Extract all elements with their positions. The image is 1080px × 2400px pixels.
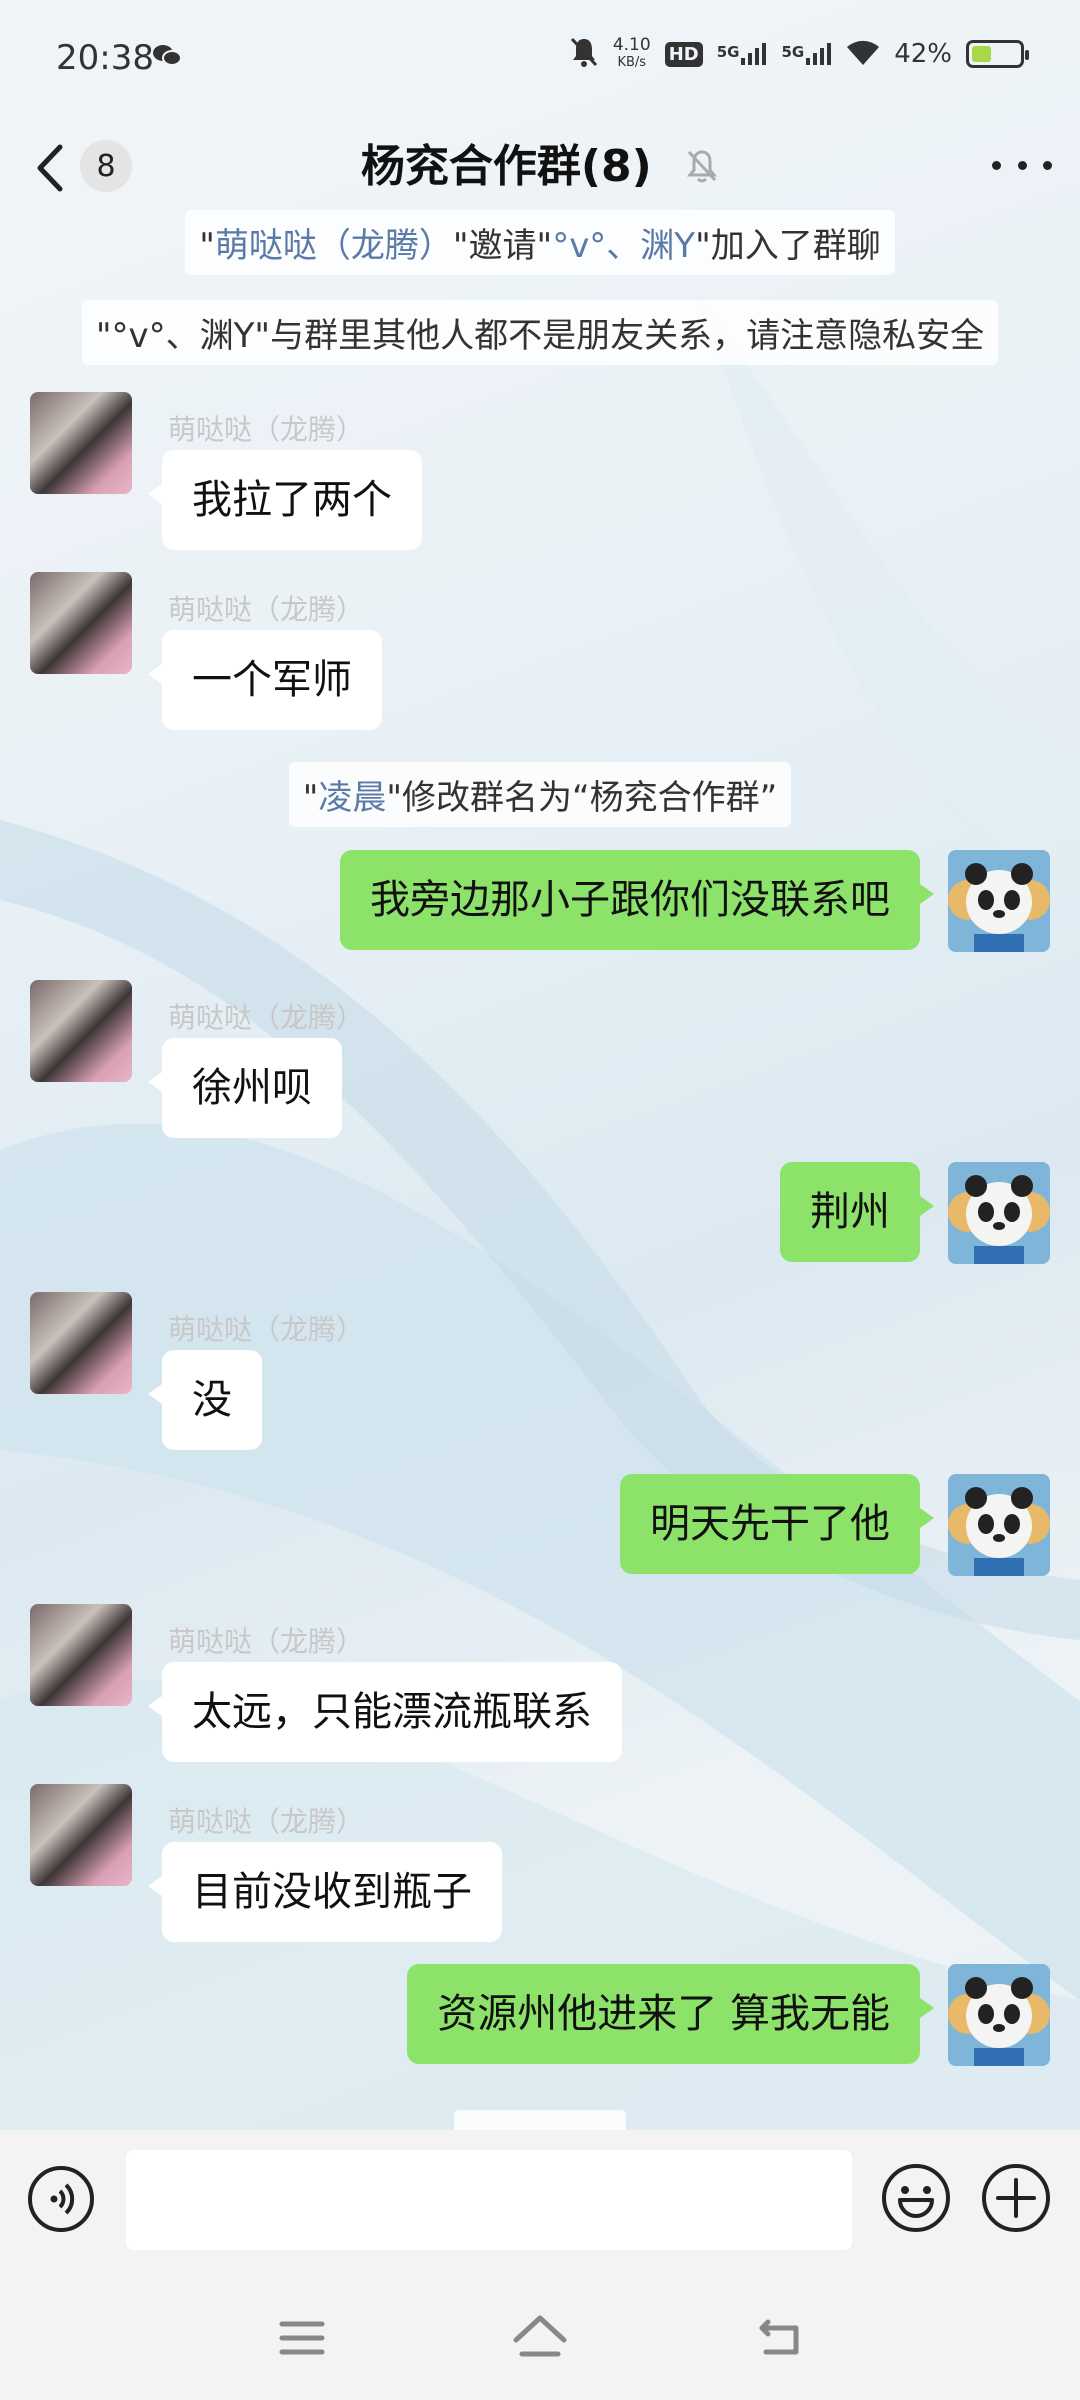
avatar[interactable] [30, 1784, 132, 1886]
message-bubble[interactable]: 我拉了两个 [148, 450, 422, 550]
more-dot-icon [1043, 160, 1052, 170]
recent-apps-button[interactable] [270, 2310, 334, 2366]
sender-name: 萌哒哒（龙腾） [168, 1001, 365, 1034]
chat-header: 8 杨兖合作群(8) [0, 120, 1080, 210]
avatar[interactable] [30, 572, 132, 674]
message-bubble[interactable]: 资源州他进来了 算我无能 [407, 1964, 934, 2064]
partial-system-message [454, 2110, 626, 2130]
message-bubble[interactable]: 明天先干了他 [620, 1474, 934, 1574]
avatar[interactable] [948, 850, 1050, 952]
message-bubble[interactable]: 目前没收到瓶子 [148, 1842, 502, 1942]
system-link-user[interactable]: 凌晨 [318, 778, 386, 818]
page-title: 杨兖合作群(8) [360, 141, 652, 192]
message-bubble[interactable]: 一个军师 [148, 630, 382, 730]
avatar[interactable] [30, 980, 132, 1082]
system-link-user[interactable]: 萌哒哒（龙腾） [215, 226, 453, 266]
message-list[interactable]: "萌哒哒（龙腾）"邀请"°v°、渊Y"加入了群聊 "°v°、渊Y"与群里其他人都… [0, 210, 1080, 2130]
chat-title-area: 杨兖合作群(8) [0, 130, 1080, 195]
muted-bell-icon [685, 144, 719, 195]
battery-percent: 42% [894, 39, 952, 69]
message-bubble[interactable]: 没 [148, 1350, 262, 1450]
input-bar [0, 2130, 1080, 2270]
message-input[interactable] [126, 2150, 852, 2250]
plus-icon [996, 2178, 1036, 2218]
menu-icon [279, 2321, 325, 2355]
more-dot-icon [992, 160, 1001, 170]
wechat-notification-icon [152, 42, 182, 72]
home-icon [513, 2315, 567, 2357]
status-bar: 20:38 4.10 KB/s HD 5G 5G 42% [0, 0, 1080, 120]
avatar[interactable] [30, 1292, 132, 1394]
voice-icon [50, 2183, 75, 2215]
message-bubble[interactable]: 太远，只能漂流瓶联系 [148, 1662, 622, 1762]
mute-status-icon [569, 36, 599, 72]
system-nav-bar [0, 2270, 1080, 2400]
message-bubble[interactable]: 我旁边那小子跟你们没联系吧 [340, 850, 934, 950]
avatar[interactable] [948, 1474, 1050, 1576]
message-bubble[interactable]: 荆州 [780, 1162, 934, 1262]
sender-name: 萌哒哒（龙腾） [168, 593, 365, 626]
back-nav-icon [759, 2319, 799, 2355]
system-message: "凌晨"修改群名为“杨兖合作群” [0, 762, 1080, 827]
back-nav-button[interactable] [748, 2308, 812, 2366]
emoji-icon [898, 2186, 934, 2218]
network-speed: 4.10 KB/s [612, 35, 651, 71]
battery-icon [966, 40, 1029, 68]
more-dot-icon [1017, 160, 1027, 170]
sender-name: 萌哒哒（龙腾） [168, 1313, 365, 1346]
message-bubble[interactable]: 徐州呗 [148, 1038, 342, 1138]
sender-name: 萌哒哒（龙腾） [168, 1805, 365, 1838]
sender-name: 萌哒哒（龙腾） [168, 1625, 365, 1658]
emoji-button[interactable] [882, 2164, 950, 2232]
wifi-icon [846, 39, 880, 69]
voice-input-button[interactable] [28, 2166, 94, 2232]
status-time: 20:38 [56, 38, 154, 78]
avatar[interactable] [948, 1964, 1050, 2066]
more-actions-button[interactable] [982, 2164, 1050, 2232]
home-button[interactable] [508, 2306, 572, 2366]
system-link-user[interactable]: °v°、渊Y [552, 226, 695, 266]
system-message: "°v°、渊Y"与群里其他人都不是朋友关系，请注意隐私安全 [0, 300, 1080, 365]
avatar[interactable] [30, 1604, 132, 1706]
signal-sim1-icon: 5G [717, 43, 768, 65]
sender-name: 萌哒哒（龙腾） [168, 413, 365, 446]
hd-icon: HD [664, 41, 703, 67]
system-message: "萌哒哒（龙腾）"邀请"°v°、渊Y"加入了群聊 [0, 210, 1080, 275]
more-options-button[interactable] [992, 150, 1052, 180]
signal-sim2-icon: 5G [781, 43, 832, 65]
avatar[interactable] [948, 1162, 1050, 1264]
avatar[interactable] [30, 392, 132, 494]
